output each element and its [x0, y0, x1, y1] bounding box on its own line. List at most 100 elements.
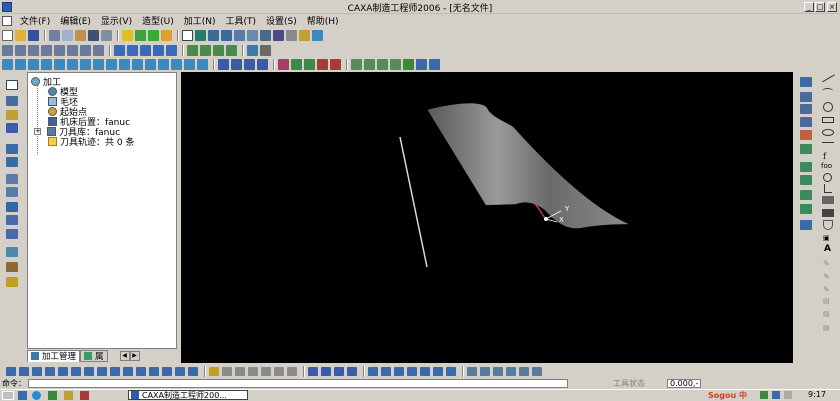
tb2-icon-4[interactable] — [41, 44, 52, 56]
f24-icon[interactable] — [321, 366, 331, 376]
l5-icon[interactable] — [6, 144, 18, 154]
l9-icon[interactable] — [6, 202, 18, 212]
tool-face-icon[interactable] — [822, 209, 834, 217]
r11-icon[interactable] — [800, 220, 812, 230]
menu-settings[interactable]: 设置(S) — [261, 14, 302, 27]
tb3-icon-30[interactable] — [403, 58, 414, 70]
tab-scroll-left-button[interactable]: ◀ — [119, 350, 130, 361]
menu-model[interactable]: 造型(U) — [137, 14, 179, 27]
r10-icon[interactable] — [800, 204, 812, 214]
f19-icon[interactable] — [248, 366, 258, 376]
f17-icon[interactable] — [222, 366, 232, 376]
open-file-icon[interactable] — [15, 29, 26, 41]
minimize-button[interactable]: _ — [804, 2, 814, 12]
r1-icon[interactable] — [800, 77, 812, 87]
menu-view[interactable]: 显示(V) — [96, 14, 137, 27]
tb2-icon-14[interactable] — [187, 44, 198, 56]
menu-tools[interactable]: 工具(T) — [221, 14, 262, 27]
formula-curve-icon[interactable]: f — [823, 152, 826, 161]
l6-icon[interactable] — [6, 157, 18, 167]
taskbar-window-button[interactable]: CAXA制造工程师200... — [128, 390, 248, 400]
point-icon[interactable] — [823, 173, 832, 182]
f36-icon[interactable] — [493, 366, 503, 376]
zoom-out-icon[interactable] — [221, 29, 232, 41]
close-button[interactable]: × — [827, 2, 837, 12]
r5-icon[interactable] — [800, 130, 812, 140]
tb2-icon-10[interactable] — [127, 44, 138, 56]
f10-icon[interactable] — [123, 366, 133, 376]
f13-icon[interactable] — [162, 366, 172, 376]
f20-icon[interactable] — [261, 366, 271, 376]
filter-icon[interactable] — [148, 29, 159, 41]
f29-icon[interactable] — [394, 366, 404, 376]
menu-help[interactable]: 帮助(H) — [302, 14, 344, 27]
f7-icon[interactable] — [84, 366, 94, 376]
f33-icon[interactable] — [446, 366, 456, 376]
tb3-icon-26[interactable] — [351, 58, 362, 70]
tab-properties[interactable]: 属 — [80, 349, 108, 362]
menu-file[interactable]: 文件(F) — [15, 14, 55, 27]
tb3-icon-19[interactable] — [244, 58, 255, 70]
f6-icon[interactable] — [71, 366, 81, 376]
shade-icon[interactable] — [273, 29, 284, 41]
tray-icon-2[interactable] — [772, 391, 780, 399]
tb3-icon-11[interactable] — [132, 58, 143, 70]
tb3-icon-16[interactable] — [197, 58, 208, 70]
tb2-icon-2[interactable] — [15, 44, 26, 56]
tb3-icon-22[interactable] — [291, 58, 302, 70]
tb3-icon-12[interactable] — [145, 58, 156, 70]
f15-icon[interactable] — [188, 366, 198, 376]
tab-scroll-right-button[interactable]: ▶ — [129, 350, 140, 361]
tb2-icon-16[interactable] — [213, 44, 224, 56]
tb3-icon-27[interactable] — [364, 58, 375, 70]
paste-icon[interactable] — [75, 29, 86, 41]
ellipse-icon[interactable] — [822, 129, 834, 136]
tb3-icon-29[interactable] — [390, 58, 401, 70]
spline-icon[interactable] — [822, 142, 834, 148]
extend-icon[interactable]: ▤ — [823, 310, 830, 318]
tb2-icon-15[interactable] — [200, 44, 211, 56]
tb3-icon-1[interactable] — [2, 58, 13, 70]
f27-icon[interactable] — [368, 366, 378, 376]
f25-icon[interactable] — [334, 366, 344, 376]
quick-icon-1[interactable] — [48, 391, 57, 400]
cut-icon[interactable] — [49, 29, 60, 41]
f31-icon[interactable] — [420, 366, 430, 376]
nested-icon[interactable]: ▣ — [823, 234, 830, 242]
tb3-icon-18[interactable] — [231, 58, 242, 70]
tb3-icon-32[interactable] — [429, 58, 440, 70]
3d-viewport[interactable]: Y X — [181, 72, 793, 363]
tb2-icon-18[interactable] — [247, 44, 258, 56]
tb3-icon-17[interactable] — [218, 58, 229, 70]
f2-icon[interactable] — [19, 366, 29, 376]
tb3-icon-6[interactable] — [67, 58, 78, 70]
tb3-icon-7[interactable] — [80, 58, 91, 70]
f16-icon[interactable] — [209, 366, 219, 376]
color-icon[interactable] — [161, 29, 172, 41]
tb3-icon-20[interactable] — [257, 58, 268, 70]
tb3-icon-28[interactable] — [377, 58, 388, 70]
quick-icon-3[interactable] — [80, 391, 89, 400]
command-input[interactable] — [28, 379, 568, 388]
edit-icon[interactable] — [6, 96, 18, 106]
f34-icon[interactable] — [467, 366, 477, 376]
l4-icon[interactable] — [6, 123, 18, 133]
zoom-window-icon[interactable] — [234, 29, 245, 41]
select-icon[interactable] — [6, 80, 18, 90]
tb3-icon-24[interactable] — [317, 58, 328, 70]
f9-icon[interactable] — [110, 366, 120, 376]
r6-icon[interactable] — [800, 144, 812, 154]
light-icon[interactable] — [122, 29, 133, 41]
f18-icon[interactable] — [235, 366, 245, 376]
tb2-icon-9[interactable] — [114, 44, 125, 56]
menu-edit[interactable]: 编辑(E) — [55, 14, 96, 27]
new-file-icon[interactable] — [2, 29, 13, 41]
tb2-icon-6[interactable] — [67, 44, 78, 56]
pan-icon[interactable] — [260, 29, 271, 41]
r3-icon[interactable] — [800, 104, 812, 114]
tb2-icon-19[interactable] — [260, 44, 271, 56]
f22-icon[interactable] — [287, 366, 297, 376]
f32-icon[interactable] — [433, 366, 443, 376]
arc-icon[interactable] — [822, 88, 833, 94]
tb3-icon-9[interactable] — [106, 58, 117, 70]
